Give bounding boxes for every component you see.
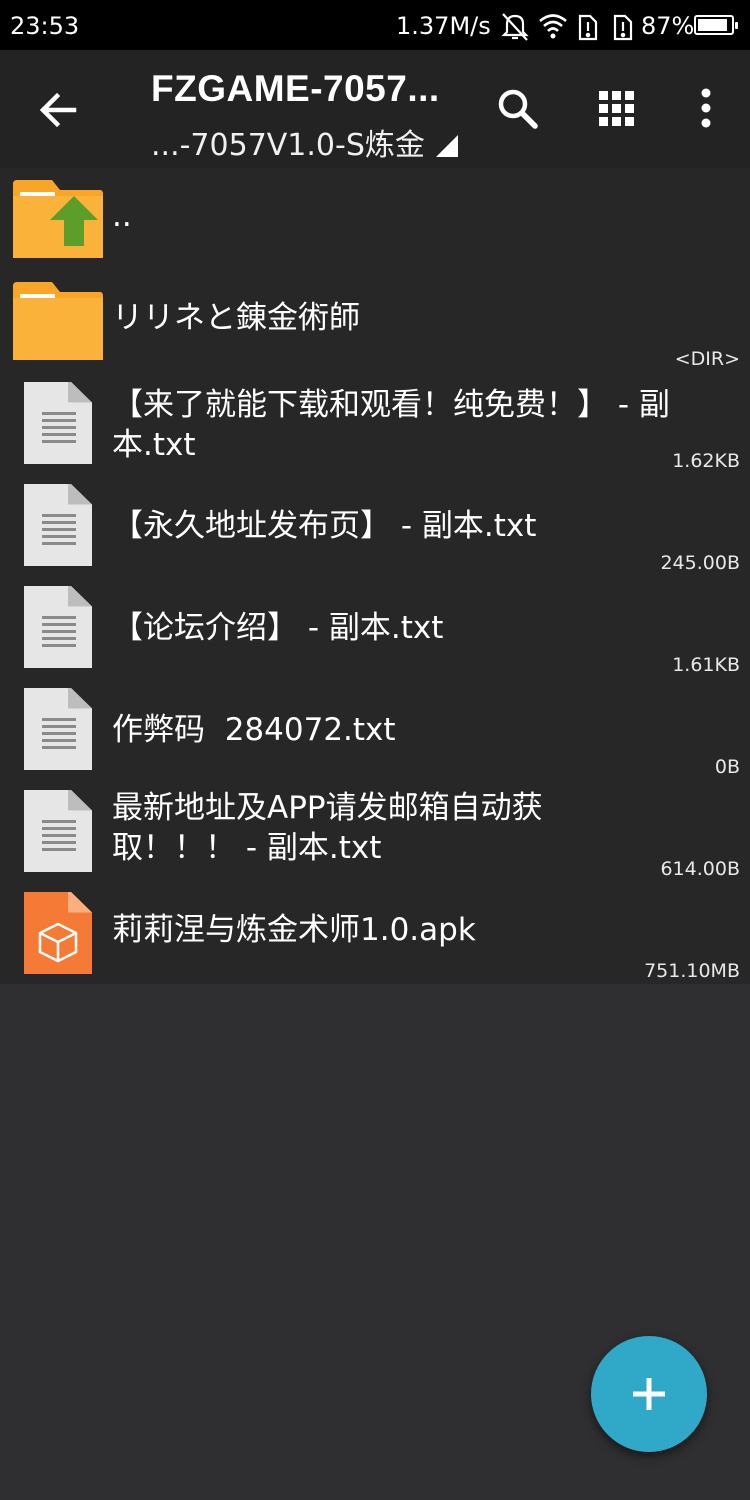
grid-view-icon[interactable]	[591, 83, 643, 135]
search-icon[interactable]	[492, 83, 544, 135]
file-meta: 1.62KB	[672, 450, 740, 472]
list-item-folder[interactable]: リリネと錬金術師 <DIR>	[0, 270, 750, 372]
more-vert-icon[interactable]	[680, 83, 732, 135]
file-list: .. リリネと錬金術師 <DIR> 【来了就能下载和观看！纯免费！】 - 副本.…	[0, 168, 750, 984]
sim2-icon	[613, 14, 633, 41]
list-item-file[interactable]: 作弊码 284072.txt 0B	[0, 678, 750, 780]
add-fab-button[interactable]	[591, 1336, 707, 1452]
wifi-icon	[539, 14, 567, 39]
path-breadcrumb[interactable]: ...-7057V1.0-S炼金	[151, 120, 425, 164]
file-meta: 751.10MB	[644, 960, 740, 982]
list-item-file[interactable]: 最新地址及APP请发邮箱自动获取！！！ - 副本.txt 614.00B	[0, 780, 750, 882]
apk-package-icon	[24, 892, 92, 974]
list-item-apk[interactable]: 莉莉涅与炼金术师1.0.apk 751.10MB	[0, 882, 750, 984]
dropdown-triangle-icon[interactable]	[436, 135, 458, 157]
text-file-icon	[24, 688, 92, 770]
folder-up-icon	[13, 180, 103, 258]
file-name: 【论坛介绍】 - 副本.txt	[112, 610, 444, 646]
bell-off-icon	[501, 13, 529, 41]
text-file-icon	[24, 586, 92, 668]
list-item-parent[interactable]: ..	[0, 168, 750, 270]
file-meta: <DIR>	[674, 348, 740, 370]
file-meta: 614.00B	[660, 858, 740, 880]
file-name: 【永久地址发布页】 - 副本.txt	[112, 508, 537, 544]
file-name: 作弊码 284072.txt	[112, 712, 396, 748]
file-name: 莉莉涅与炼金术师1.0.apk	[112, 912, 476, 948]
file-name: リリネと錬金術師	[112, 300, 360, 336]
battery-icon	[694, 15, 738, 35]
file-meta: 245.00B	[660, 552, 740, 574]
status-time: 23:53	[10, 12, 80, 40]
back-arrow-icon[interactable]	[30, 82, 86, 138]
file-name: ..	[112, 198, 132, 234]
battery-percent: 87%	[641, 12, 695, 40]
add-icon	[633, 1378, 665, 1410]
status-bar: 23:53 1.37M/s 87%	[0, 0, 750, 50]
sim1-icon	[578, 14, 598, 41]
list-item-file[interactable]: 【来了就能下载和观看！纯免费！】 - 副本.txt 1.62KB	[0, 372, 750, 474]
list-item-file[interactable]: 【永久地址发布页】 - 副本.txt 245.00B	[0, 474, 750, 576]
network-speed: 1.37M/s	[396, 12, 491, 40]
file-meta: 1.61KB	[672, 654, 740, 676]
text-file-icon	[24, 484, 92, 566]
status-icons	[501, 13, 633, 41]
file-name: 最新地址及APP请发邮箱自动获取！！！ - 副本.txt	[112, 790, 543, 866]
text-file-icon	[24, 790, 92, 872]
toolbar-title: FZGAME-7057...	[151, 68, 440, 109]
file-meta: 0B	[714, 756, 740, 778]
app-toolbar: FZGAME-7057... ...-7057V1.0-S炼金	[0, 50, 750, 168]
list-item-file[interactable]: 【论坛介绍】 - 副本.txt 1.61KB	[0, 576, 750, 678]
file-name: 【来了就能下载和观看！纯免费！】 - 副本.txt	[112, 387, 670, 463]
folder-icon	[13, 282, 103, 360]
text-file-icon	[24, 382, 92, 464]
